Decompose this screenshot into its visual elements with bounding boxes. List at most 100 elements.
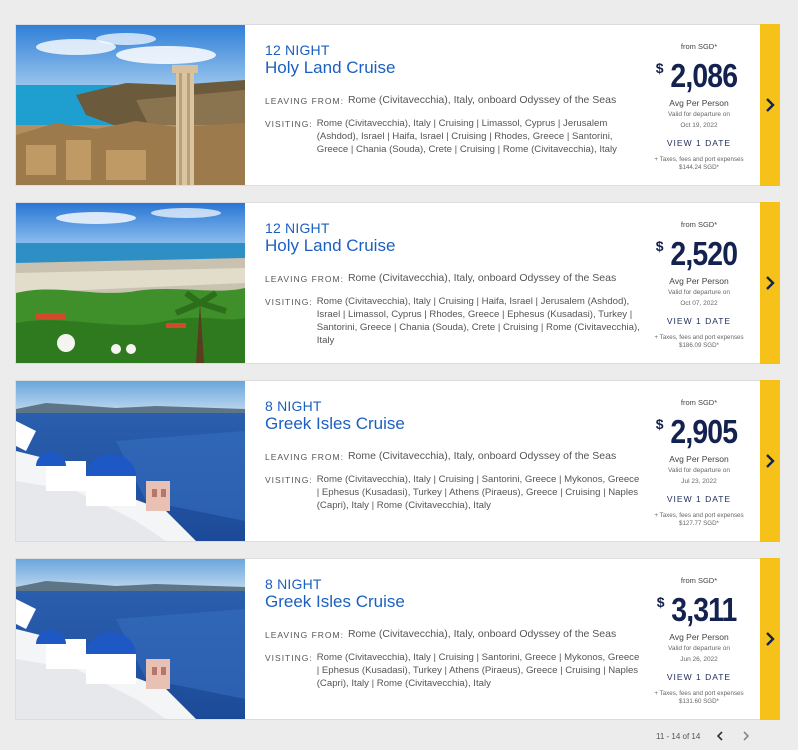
cruise-card[interactable]: 12 NIGHT Holy Land Cruise LEAVING FROM: … — [15, 24, 780, 186]
card-arrow-button[interactable] — [760, 558, 780, 720]
tax-amount: $131.60 SGD* — [679, 698, 719, 705]
santorini-icon — [16, 381, 245, 541]
cruise-card[interactable]: 8 NIGHT Greek Isles Cruise LEAVING FROM:… — [15, 558, 780, 720]
chevron-right-icon — [766, 98, 775, 112]
tax-amount: $144.24 SGD* — [679, 164, 719, 171]
visiting-value: Rome (Civitavecchia), Italy | Cruising |… — [316, 296, 640, 346]
view-dates-link[interactable]: VIEW 1 DATE — [641, 316, 757, 326]
visiting-value: Rome (Civitavecchia), Italy | Cruising |… — [316, 474, 640, 511]
view-dates-link[interactable]: VIEW 1 DATE — [641, 138, 757, 148]
avg-per-person: Avg Per Person — [669, 98, 729, 108]
cruise-image[interactable] — [16, 559, 245, 719]
price-value: 2,905 — [670, 413, 738, 450]
currency-symbol: $ — [655, 60, 664, 76]
price-panel: from SGD* $ 2,520 Avg Per Person Valid f… — [641, 203, 757, 363]
cruise-nights: 12 NIGHT — [265, 220, 330, 236]
avg-per-person: Avg Per Person — [669, 454, 729, 464]
price-amount: $ 2,905 — [641, 414, 757, 450]
visiting-row: VISITING: Rome (Civitavecchia), Italy | … — [265, 295, 641, 347]
visiting-label: VISITING: — [265, 119, 313, 129]
garden-icon — [16, 203, 245, 363]
price-amount: $ 2,086 — [641, 58, 757, 94]
departure-date: Jun 26, 2022 — [680, 656, 718, 663]
leaving-from-label: LEAVING FROM: — [265, 452, 344, 462]
departure-date: Jul 23, 2022 — [681, 478, 717, 485]
visiting-value: Rome (Civitavecchia), Italy | Cruising |… — [316, 652, 640, 689]
pagination: 11 - 14 of 14 — [656, 730, 752, 742]
cruise-card[interactable]: 12 NIGHT Holy Land Cruise LEAVING FROM: … — [15, 202, 780, 364]
visiting-row: VISITING: Rome (Civitavecchia), Italy | … — [265, 117, 641, 156]
tax-note: + Taxes, fees and port expenses — [654, 334, 744, 341]
chevron-right-icon — [766, 276, 775, 290]
tax-note: + Taxes, fees and port expenses — [654, 512, 744, 519]
leaving-from-row: LEAVING FROM: Rome (Civitavecchia), Ital… — [265, 94, 641, 108]
valid-departure-label: Valid for departure on — [667, 289, 731, 296]
cruise-info: 12 NIGHT Holy Land Cruise LEAVING FROM: … — [245, 203, 641, 363]
view-dates-link[interactable]: VIEW 1 DATE — [641, 672, 757, 682]
departure-date: Oct 19, 2022 — [680, 122, 718, 129]
card-arrow-button[interactable] — [760, 24, 780, 186]
cruise-title[interactable]: Holy Land Cruise — [265, 236, 641, 256]
cruise-title[interactable]: Holy Land Cruise — [265, 58, 641, 78]
cruise-info: 8 NIGHT Greek Isles Cruise LEAVING FROM:… — [245, 381, 641, 541]
chevron-right-icon — [766, 632, 775, 646]
tax-note: + Taxes, fees and port expenses — [654, 690, 744, 697]
leaving-from-label: LEAVING FROM: — [265, 630, 344, 640]
leaving-from-row: LEAVING FROM: Rome (Civitavecchia), Ital… — [265, 450, 641, 464]
from-label: from SGD* — [680, 576, 718, 585]
price-panel: from SGD* $ 3,311 Avg Per Person Valid f… — [641, 559, 757, 719]
visiting-value: Rome (Civitavecchia), Italy | Cruising |… — [316, 118, 617, 155]
cruise-image[interactable] — [16, 25, 245, 185]
from-label: from SGD* — [680, 398, 718, 407]
cruise-info: 8 NIGHT Greek Isles Cruise LEAVING FROM:… — [245, 559, 641, 719]
santorini-icon — [16, 559, 245, 719]
tax-amount: $186.09 SGD* — [679, 342, 719, 349]
leaving-from-row: LEAVING FROM: Rome (Civitavecchia), Ital… — [265, 628, 641, 642]
leaving-from-value: Rome (Civitavecchia), Italy, onboard Ody… — [347, 94, 617, 106]
cruise-card[interactable]: 8 NIGHT Greek Isles Cruise LEAVING FROM:… — [15, 380, 780, 542]
cruise-image[interactable] — [16, 203, 245, 363]
next-page-button[interactable] — [740, 730, 752, 742]
leaving-from-label: LEAVING FROM: — [265, 274, 344, 284]
leaving-from-value: Rome (Civitavecchia), Italy, onboard Ody… — [347, 272, 617, 284]
currency-symbol: $ — [655, 238, 664, 254]
leaving-from-value: Rome (Civitavecchia), Italy, onboard Ody… — [347, 450, 617, 462]
price-value: 2,086 — [670, 57, 738, 94]
cruise-list: 12 NIGHT Holy Land Cruise LEAVING FROM: … — [15, 24, 780, 736]
currency-symbol: $ — [655, 416, 664, 432]
cruise-title[interactable]: Greek Isles Cruise — [265, 592, 641, 612]
currency-symbol: $ — [656, 594, 665, 610]
valid-departure-label: Valid for departure on — [667, 111, 731, 118]
ruins-icon — [16, 25, 245, 185]
price-amount: $ 3,311 — [641, 592, 757, 628]
pagination-label: 11 - 14 of 14 — [656, 731, 701, 741]
chevron-right-icon — [766, 454, 775, 468]
from-label: from SGD* — [680, 42, 718, 51]
price-panel: from SGD* $ 2,086 Avg Per Person Valid f… — [641, 25, 757, 185]
valid-departure-label: Valid for departure on — [667, 645, 731, 652]
chevron-left-icon — [717, 731, 723, 741]
cruise-image[interactable] — [16, 381, 245, 541]
cruise-nights: 8 NIGHT — [265, 398, 322, 414]
price-value: 2,520 — [670, 235, 738, 272]
leaving-from-row: LEAVING FROM: Rome (Civitavecchia), Ital… — [265, 272, 641, 286]
card-arrow-button[interactable] — [760, 202, 780, 364]
card-arrow-button[interactable] — [760, 380, 780, 542]
price-amount: $ 2,520 — [641, 236, 757, 272]
cruise-title[interactable]: Greek Isles Cruise — [265, 414, 641, 434]
cruise-nights: 12 NIGHT — [265, 42, 330, 58]
avg-per-person: Avg Per Person — [669, 276, 729, 286]
visiting-label: VISITING: — [265, 297, 313, 307]
price-panel: from SGD* $ 2,905 Avg Per Person Valid f… — [641, 381, 757, 541]
chevron-right-icon — [743, 731, 750, 741]
view-dates-link[interactable]: VIEW 1 DATE — [641, 494, 757, 504]
price-value: 3,311 — [670, 591, 737, 628]
tax-note: + Taxes, fees and port expenses — [654, 156, 744, 163]
avg-per-person: Avg Per Person — [669, 632, 729, 642]
from-label: from SGD* — [680, 220, 718, 229]
valid-departure-label: Valid for departure on — [667, 467, 731, 474]
cruise-info: 12 NIGHT Holy Land Cruise LEAVING FROM: … — [245, 25, 641, 185]
prev-page-button[interactable] — [714, 730, 726, 742]
tax-amount: $127.77 SGD* — [679, 520, 719, 527]
cruise-nights: 8 NIGHT — [265, 576, 322, 592]
